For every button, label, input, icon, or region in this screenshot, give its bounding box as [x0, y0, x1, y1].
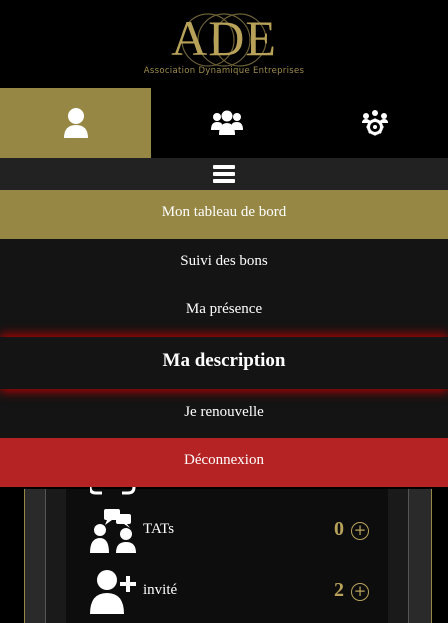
user-icon [63, 108, 88, 138]
tats-count: 0 [334, 518, 344, 540]
menu-item-attendance[interactable]: Ma présence [0, 288, 448, 337]
add-invite-button[interactable]: + [351, 583, 369, 601]
logo-text: ADE [171, 10, 277, 66]
logo-subtitle: Association Dynamique Entreprises [143, 66, 305, 76]
main-menu: Mon tableau de bord Suivi des bons Ma pr… [0, 190, 448, 487]
menu-toggle-bar[interactable] [0, 158, 448, 190]
menu-item-dashboard[interactable]: Mon tableau de bord [0, 190, 448, 239]
header: ADE Association Dynamique Entreprises [0, 0, 448, 88]
invite-label: invité [143, 582, 178, 598]
list-item[interactable]: invité 2 + [66, 568, 388, 618]
menu-item-renew[interactable]: Je renouvelle [0, 389, 448, 438]
add-tat-button[interactable]: + [351, 522, 369, 540]
tab-members[interactable] [151, 88, 302, 158]
dashboard-frame: TATs 0 + invité 2 + [45, 477, 409, 623]
tab-profile[interactable] [0, 88, 151, 158]
menu-item-vouchers[interactable]: Suivi des bons [0, 239, 448, 288]
tats-label: TATs [143, 521, 175, 537]
invite-count: 2 [334, 579, 344, 601]
network-gear-icon [362, 110, 388, 136]
hamburger-icon[interactable] [213, 165, 235, 183]
ade-logo[interactable]: ADE Association Dynamique Entreprises [0, 0, 448, 88]
menu-item-description[interactable]: Ma description [0, 337, 448, 389]
chat-users-icon [90, 509, 136, 553]
top-nav-tabs [0, 88, 448, 158]
users-group-icon [210, 110, 243, 135]
add-user-icon [90, 570, 136, 614]
menu-item-logout[interactable]: Déconnexion [0, 438, 448, 487]
tab-network[interactable] [302, 88, 448, 158]
dashboard-card: TATs 0 + invité 2 + [24, 477, 432, 623]
list-item[interactable]: TATs 0 + [66, 507, 388, 557]
dashboard-panel: TATs 0 + invité 2 + [66, 477, 388, 623]
